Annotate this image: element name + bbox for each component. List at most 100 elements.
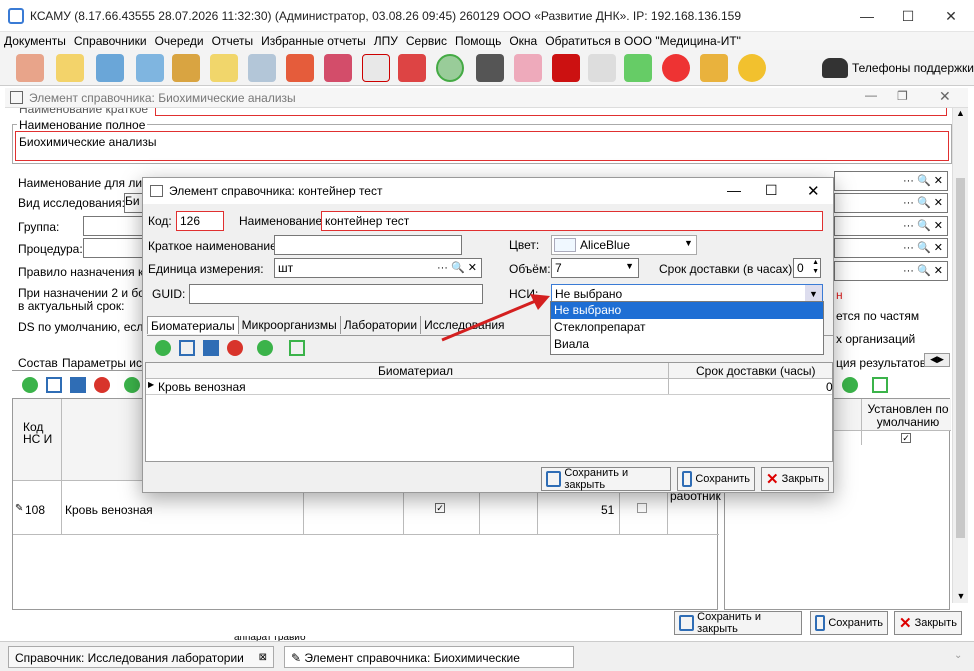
- bg-right-field-3[interactable]: ··· 🔍 ✕: [834, 216, 948, 236]
- grid-red-icon[interactable]: [662, 54, 690, 82]
- full-name-field[interactable]: Биохимические анализы: [15, 131, 949, 161]
- bg-right-field-5[interactable]: ··· 🔍 ✕: [834, 261, 948, 281]
- edit-icon[interactable]: [179, 340, 195, 356]
- study-type-field[interactable]: Би: [124, 193, 144, 213]
- map-icon[interactable]: [172, 54, 200, 82]
- dialog-save-button[interactable]: Сохранить: [677, 467, 755, 491]
- menu-reports[interactable]: Отчеты: [208, 32, 257, 50]
- id-card-icon[interactable]: [136, 54, 164, 82]
- menu-lpu[interactable]: ЛПУ: [370, 32, 402, 50]
- table-row[interactable]: ▶ Кровь венозная 0: [146, 379, 833, 395]
- bg-close-button[interactable]: ✕: [939, 88, 951, 105]
- short-name-field[interactable]: Биохимические анализы: [155, 108, 947, 116]
- bg-save-close-button[interactable]: Сохранить и закрыть: [674, 611, 802, 635]
- col-biomaterial[interactable]: Биоматериал: [378, 364, 453, 378]
- menu-windows[interactable]: Окна: [505, 32, 541, 50]
- calendar-icon[interactable]: [286, 54, 314, 82]
- refresh-icon[interactable]: [124, 377, 140, 393]
- refresh-icon-right[interactable]: [842, 377, 858, 393]
- syringe-icon[interactable]: [248, 54, 276, 82]
- name-field[interactable]: контейнер тест: [321, 211, 823, 231]
- row-checkbox-1[interactable]: ✓: [435, 503, 445, 513]
- row-checkbox-2[interactable]: [637, 503, 647, 513]
- bg-close-form-button[interactable]: ✕ Закрыть: [894, 611, 962, 635]
- bg-save-button[interactable]: Сохранить: [810, 611, 888, 635]
- window-icon[interactable]: [588, 54, 616, 82]
- short-name-field[interactable]: [274, 235, 462, 255]
- bg-right-field-1[interactable]: ··· 🔍 ✕: [834, 171, 948, 191]
- add-icon[interactable]: [22, 377, 38, 393]
- unit-field-actions[interactable]: ··· 🔍 ✕: [437, 261, 477, 274]
- chat-icon[interactable]: [738, 54, 766, 82]
- delete-icon[interactable]: [94, 377, 110, 393]
- menu-service[interactable]: Сервис: [402, 32, 451, 50]
- books-icon[interactable]: [398, 54, 426, 82]
- bg-right-field-4[interactable]: ··· 🔍 ✕: [834, 238, 948, 258]
- edit-icon[interactable]: [46, 377, 62, 393]
- volume-select[interactable]: 7 ▼: [551, 258, 639, 278]
- procedure-field[interactable]: [83, 238, 143, 258]
- lock-icon[interactable]: [700, 54, 728, 82]
- delete-icon[interactable]: [227, 340, 243, 356]
- tab-params[interactable]: Параметры исс: [62, 356, 148, 370]
- default-checkbox[interactable]: ✓: [901, 433, 911, 443]
- support-phones[interactable]: Телефоны поддержки: [852, 61, 974, 75]
- close-button[interactable]: ✕: [936, 6, 966, 26]
- medkit-icon[interactable]: [362, 54, 390, 82]
- excel-icon[interactable]: [289, 340, 305, 356]
- patient-icon[interactable]: [16, 54, 44, 82]
- nurse-icon[interactable]: [514, 54, 542, 82]
- doc-green-icon[interactable]: [624, 54, 652, 82]
- dialog-save-close-button[interactable]: Сохранить и закрыть: [541, 467, 671, 491]
- minimize-button[interactable]: —: [852, 6, 882, 26]
- status-chevron-icon[interactable]: ⌄: [954, 650, 962, 661]
- window-tab-biochem[interactable]: ✎ Элемент справочника: Биохимические ана…: [284, 646, 574, 668]
- phone-icon[interactable]: [822, 58, 848, 78]
- book-red-icon[interactable]: [552, 54, 580, 82]
- dialog-close-form-button[interactable]: ✕ Закрыть: [761, 467, 829, 491]
- bg-scroll-thumb[interactable]: [956, 178, 965, 538]
- spinner-arrows[interactable]: ▲ ▼: [812, 258, 819, 276]
- excel-icon-right[interactable]: [872, 377, 888, 393]
- menu-queues[interactable]: Очереди: [151, 32, 208, 50]
- group-field[interactable]: [83, 216, 143, 236]
- tabs-scroll-arrows[interactable]: ◀▶: [924, 353, 950, 367]
- cabinet-icon[interactable]: [96, 54, 124, 82]
- search-doc-icon[interactable]: [324, 54, 352, 82]
- col-code-header[interactable]: Код НС И: [23, 421, 53, 445]
- maximize-button[interactable]: ☐: [893, 6, 923, 26]
- bg-right-field-2[interactable]: ··· 🔍 ✕: [834, 193, 948, 213]
- menu-favorite-reports[interactable]: Избранные отчеты: [257, 32, 370, 50]
- dialog-close-button[interactable]: ✕: [807, 182, 820, 200]
- unit-field[interactable]: шт ··· 🔍 ✕: [274, 258, 482, 278]
- tab-laboratories[interactable]: Лаборатории: [341, 316, 422, 334]
- dialog-maximize-button[interactable]: ☐: [765, 182, 778, 199]
- bg-minimize-button[interactable]: —: [865, 88, 877, 102]
- add-icon[interactable]: [155, 340, 171, 356]
- menu-directories[interactable]: Справочники: [70, 32, 151, 50]
- scanner-icon[interactable]: [476, 54, 504, 82]
- bg-scrollbar[interactable]: ▲ ▼: [952, 108, 968, 603]
- dialog-minimize-button[interactable]: —: [727, 182, 741, 198]
- menu-contact[interactable]: Обратиться в ООО "Медицина-ИТ": [541, 32, 745, 50]
- save-icon[interactable]: [203, 340, 219, 356]
- window-tab-labs[interactable]: Справочник: Исследования лаборатории ⊠: [8, 646, 274, 668]
- code-field[interactable]: 126: [176, 211, 224, 231]
- drop-icon[interactable]: [436, 54, 464, 82]
- notebook-icon[interactable]: [56, 54, 84, 82]
- delivery-spinner[interactable]: 0 ▲ ▼: [793, 258, 821, 278]
- nsi-option-not-selected[interactable]: Не выбрано: [551, 302, 823, 319]
- color-select[interactable]: AliceBlue ▼: [551, 235, 697, 255]
- col-default-header[interactable]: Установлен по умолчанию: [867, 403, 949, 429]
- refresh-icon[interactable]: [257, 340, 273, 356]
- nsi-option-vial[interactable]: Виала: [551, 336, 823, 353]
- tab-sostav[interactable]: Состав: [18, 356, 58, 370]
- tab-biomaterials[interactable]: Биоматериалы: [147, 316, 239, 334]
- menu-documents[interactable]: Документы: [0, 32, 70, 50]
- menu-help[interactable]: Помощь: [451, 32, 505, 50]
- save-icon[interactable]: [70, 377, 86, 393]
- notes-icon[interactable]: [210, 54, 238, 82]
- nsi-option-glass[interactable]: Стеклопрепарат: [551, 319, 823, 336]
- col-delivery[interactable]: Срок доставки (часы): [696, 364, 816, 378]
- tab-microorganisms[interactable]: Микроорганизмы: [239, 316, 341, 334]
